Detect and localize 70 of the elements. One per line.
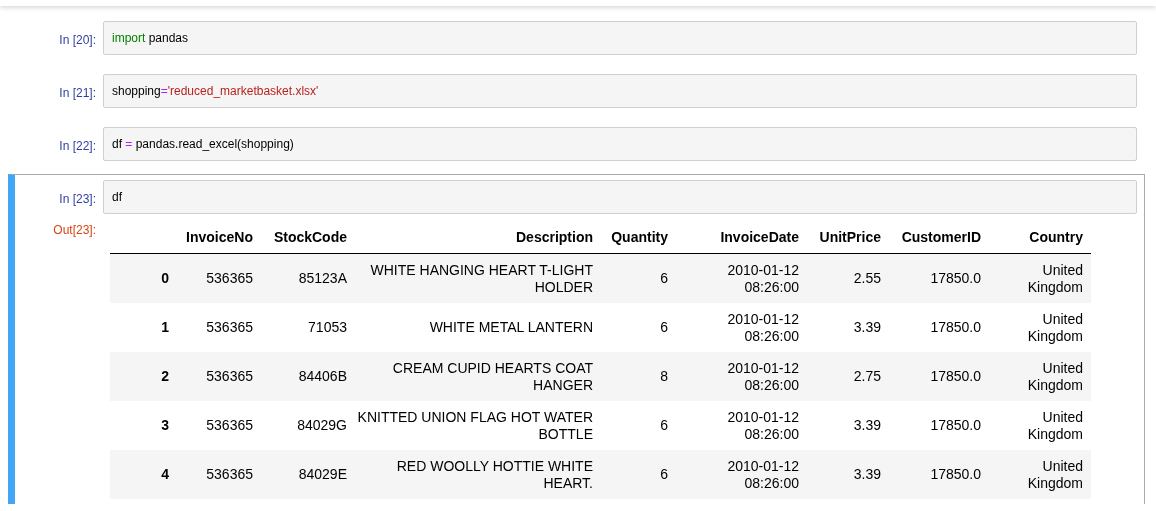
table-cell: United Kingdom [989,352,1091,401]
column-header: InvoiceNo [177,220,261,254]
column-header: InvoiceDate [676,220,807,254]
code-line: df = pandas.read_excel(shopping) [112,137,294,151]
table-cell: 17850.0 [889,303,989,352]
table-cell: 17850.0 [889,352,989,401]
table-cell: 17850.0 [889,450,989,499]
table-cell: 536365 [177,253,261,303]
table-cell: 2010-01-12 08:26:00 [676,401,807,450]
table-cell: 2010-01-12 08:26:00 [676,352,807,401]
table-cell: 536365 [177,401,261,450]
table-cell: 8 [601,352,676,401]
input-prompt: In [20]: [58,32,97,47]
table-cell: 6 [601,303,676,352]
code-line: shopping='reduced_marketbasket.xlsx' [112,84,319,98]
table-cell: 6 [601,401,676,450]
column-header: UnitPrice [807,220,889,254]
table-cell: 2010-01-12 08:26:00 [676,303,807,352]
notebook-cell[interactable]: In [20]: import pandas [8,15,1145,61]
row-index: 2 [110,352,177,401]
code-input[interactable]: df = pandas.read_excel(shopping) [103,127,1137,161]
table-cell: 17850.0 [889,253,989,303]
output-prompt: Out[23]: [52,222,97,237]
table-cell: 3.39 [807,450,889,499]
input-prompt: In [22]: [58,138,97,153]
code-line: import pandas [112,31,189,45]
table-cell: 2.75 [807,352,889,401]
table-cell: WHITE METAL LANTERN [355,303,601,352]
table-cell: RED WOOLLY HOTTIE WHITE HEART. [355,450,601,499]
table-cell: 6 [601,450,676,499]
input-prompt: In [21]: [58,85,97,100]
table-cell: 3.39 [807,401,889,450]
code-line: df [112,190,122,204]
table-cell: United Kingdom [989,450,1091,499]
table-cell: 85123A [261,253,355,303]
column-header: CustomerID [889,220,989,254]
table-cell: 17850.0 [889,401,989,450]
table-cell: 6 [601,253,676,303]
row-index: 4 [110,450,177,499]
table-cell: 536365 [177,303,261,352]
table-cell: 536365 [177,450,261,499]
code-input[interactable]: df [103,180,1137,214]
table-cell: 536365 [177,352,261,401]
column-header: Description [355,220,601,254]
table-cell: United Kingdom [989,401,1091,450]
table-cell: 84029E [261,450,355,499]
table-cell: 2.55 [807,253,889,303]
table-cell: 71053 [261,303,355,352]
notebook-cell[interactable]: In [22]: df = pandas.read_excel(shopping) [8,121,1145,167]
row-index: 3 [110,401,177,450]
notebook-cell[interactable] [8,174,1145,504]
table-cell: KNITTED UNION FLAG HOT WATER BOTTLE [355,401,601,450]
table-cell: 84406B [261,352,355,401]
code-input[interactable]: shopping='reduced_marketbasket.xlsx' [103,74,1137,108]
table-cell: 3.39 [807,303,889,352]
table-cell: United Kingdom [989,303,1091,352]
table-cell: 84029G [261,401,355,450]
table-cell: United Kingdom [989,253,1091,303]
table-cell: CREAM CUPID HEARTS COAT HANGER [355,352,601,401]
input-prompt: In [23]: [58,191,97,206]
notebook-cell[interactable]: In [21]: shopping='reduced_marketbasket.xlsx' [8,68,1145,114]
column-header: StockCode [261,220,355,254]
column-header: Quantity [601,220,676,254]
row-index: 0 [110,253,177,303]
table-cell: 2010-01-12 08:26:00 [676,253,807,303]
row-index: 1 [110,303,177,352]
code-input[interactable]: import pandas [103,21,1137,55]
column-header: Country [989,220,1091,254]
table-cell: WHITE HANGING HEART T-LIGHT HOLDER [355,253,601,303]
table-cell: 2010-01-12 08:26:00 [676,450,807,499]
